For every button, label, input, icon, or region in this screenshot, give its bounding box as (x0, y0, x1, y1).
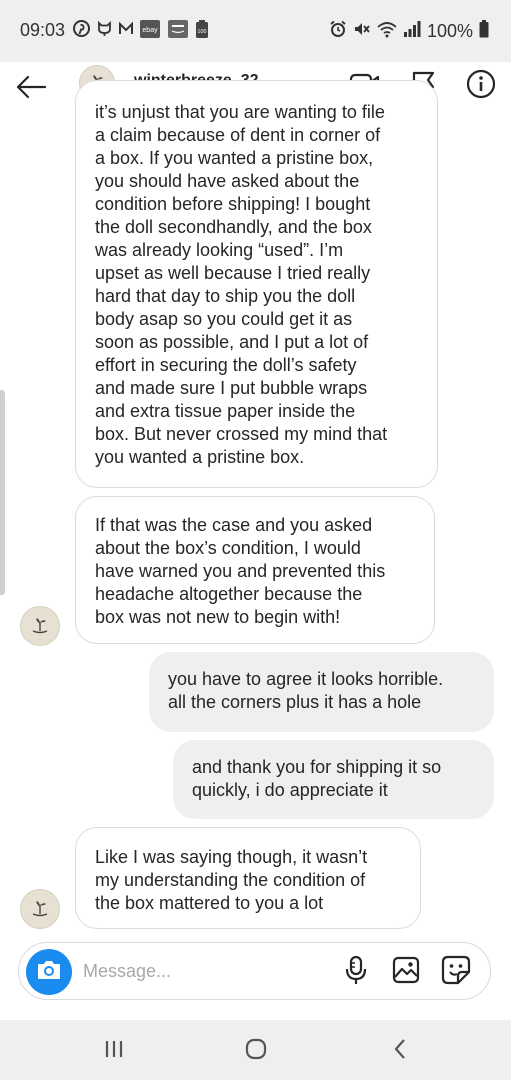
recent-apps-button[interactable] (94, 1035, 134, 1067)
message-line: body asap so you could get it as (95, 309, 353, 329)
message-line: box. But never crossed my mind that (95, 424, 388, 444)
voice-message-button[interactable] (339, 955, 373, 989)
back-icon (392, 1038, 408, 1065)
system-nav-bar (0, 1020, 511, 1080)
message-line: soon as possible, and I put a lot of (95, 332, 369, 352)
gallery-button[interactable] (389, 955, 423, 989)
message-line: If that was the case and you asked (95, 515, 373, 535)
message-sent-1: you have to agree it looks horrible. all… (149, 652, 494, 732)
sender-avatar[interactable] (20, 606, 60, 646)
wifi-icon (377, 20, 397, 43)
message-line: and thank you for shipping it so (192, 757, 442, 777)
amazon-icon (167, 19, 189, 44)
message-line: box was not new to begin with! (95, 607, 341, 627)
message-line: you wanted a pristine box. (95, 447, 305, 467)
gmail-icon (119, 21, 133, 41)
status-time: 09:03 (20, 20, 66, 40)
message-line: all the corners plus it has a hole (168, 692, 422, 712)
message-line: it’s unjust that you are wanting to file (95, 102, 385, 122)
system-status: 100% (329, 20, 489, 43)
message-line: and made sure I put bubble wraps (95, 378, 368, 398)
message-received-1: it’s unjust that you are wanting to file… (75, 80, 438, 488)
microphone-icon (345, 955, 367, 990)
pinterest-icon (73, 20, 90, 42)
home-icon (244, 1037, 268, 1066)
svg-text:ebay: ebay (142, 27, 158, 34)
message-line: effort in securing the doll’s safety (95, 355, 357, 375)
message-composer (18, 942, 491, 1000)
message-line: was already looking “used”. I’m (95, 240, 344, 260)
message-line: you have to agree it looks horrible. (168, 669, 444, 689)
scrollbar[interactable] (0, 390, 5, 595)
alarm-icon (329, 20, 347, 43)
mute-icon (353, 20, 371, 43)
svg-text:100: 100 (197, 29, 206, 35)
camera-button[interactable] (26, 949, 72, 995)
battery-percent: 100% (426, 21, 473, 41)
sticker-icon (441, 955, 471, 990)
recent-apps-icon (103, 1039, 125, 1064)
battery-icon (479, 20, 489, 43)
ebay-icon: ebay (139, 19, 161, 44)
message-line: about the box’s condition, I would (95, 538, 361, 558)
message-line: condition before shipping! I bought (95, 194, 371, 214)
message-sent-2: and thank you for shipping it so quickly… (173, 740, 494, 819)
message-line: hard that day to ship you the doll (95, 286, 356, 306)
message-line: my understanding the condition of (95, 870, 366, 890)
message-line: and extra tissue paper inside the (95, 401, 356, 421)
notification-100-icon: 100 (195, 19, 209, 44)
signal-icon (403, 21, 421, 42)
status-bar: 09:03 ebay 100 100% (0, 0, 511, 62)
home-button[interactable] (236, 1035, 276, 1067)
message-line: headache altogether because the (95, 584, 363, 604)
info-button[interactable] (461, 66, 501, 106)
sender-avatar[interactable] (20, 889, 60, 929)
message-received-2: If that was the case and you asked about… (75, 496, 435, 644)
message-received-3: Like I was saying though, it wasn’t my u… (75, 827, 421, 929)
sticker-button[interactable] (439, 955, 473, 989)
message-line: a claim because of dent in corner of (95, 125, 381, 145)
message-line: have warned you and prevented this (95, 561, 386, 581)
info-icon (466, 69, 496, 104)
gallery-icon (392, 956, 420, 989)
message-line: quickly, i do appreciate it (192, 780, 388, 800)
message-line: a box. If you wanted a pristine box, (95, 148, 374, 168)
camera-icon (36, 959, 62, 986)
message-line: upset as well because I tried really (95, 263, 371, 283)
back-arrow-icon (15, 75, 47, 104)
github-icon (96, 20, 113, 42)
message-line: the doll secondhandly, and the box (95, 217, 372, 237)
notification-icons: ebay 100 (73, 19, 209, 44)
message-input[interactable] (83, 957, 323, 985)
message-line: Like I was saying though, it wasn’t (95, 847, 368, 867)
nav-back-button[interactable] (380, 1035, 420, 1067)
message-line: the box mattered to you a lot (95, 893, 324, 913)
message-line: you should have asked about the (95, 171, 360, 191)
back-button[interactable] (10, 68, 52, 110)
